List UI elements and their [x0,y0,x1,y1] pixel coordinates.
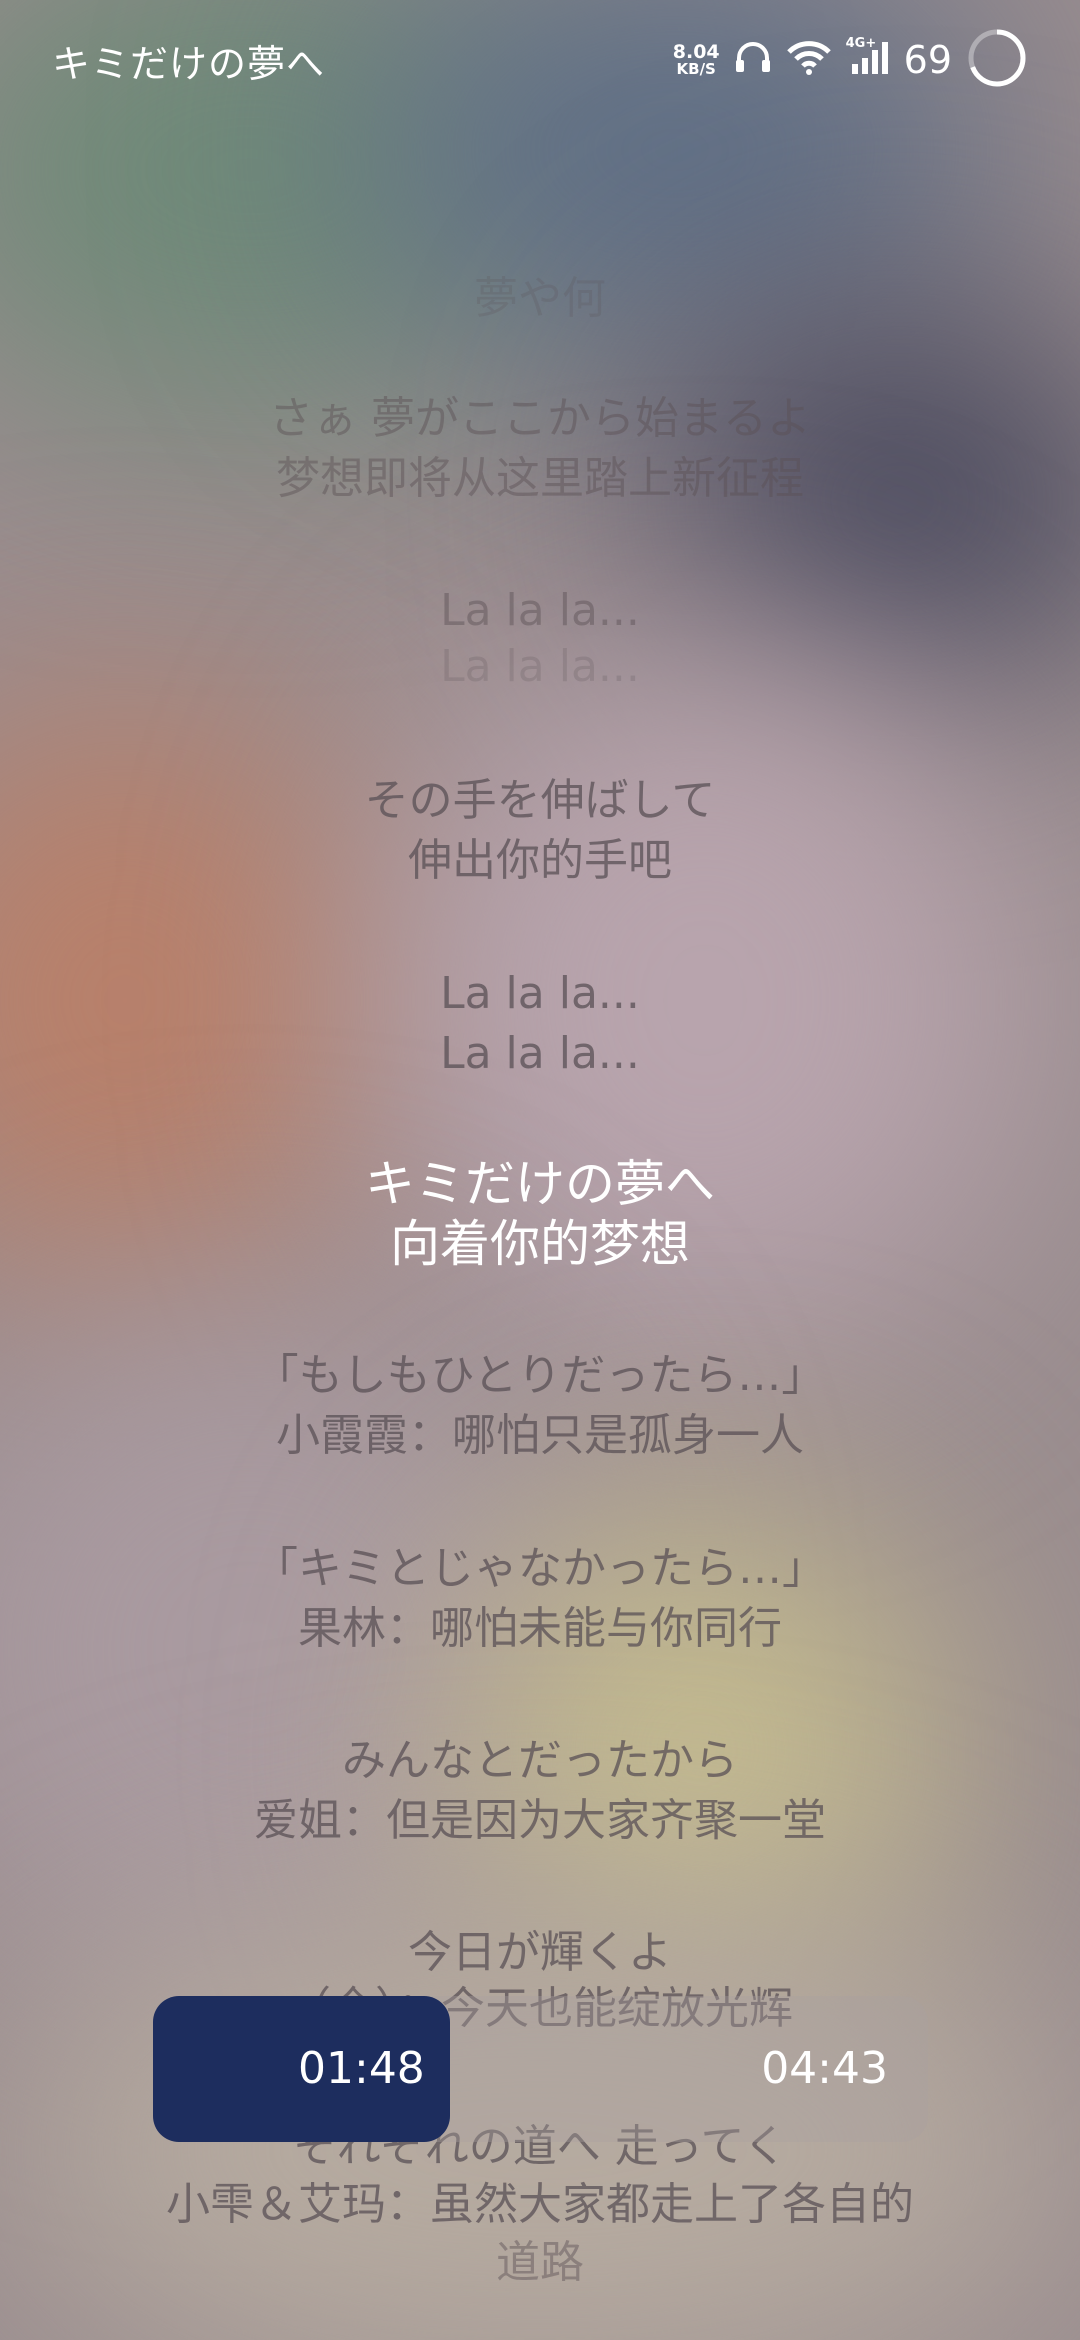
network-type: 4G+ [845,36,877,51]
lyric-line: 夢や何 [474,273,606,324]
lyric-translation: 小雫＆艾玛：虽然大家都走上了各自的 [166,2179,914,2230]
lyric-line: みんなとだったから [342,1735,738,1786]
battery-ring-icon [966,27,1028,93]
seek-bar[interactable]: 01:48 04:43 [153,1996,928,2142]
lyric-translation: 小霞霞：哪怕只是孤身一人 [276,1410,804,1461]
current-lyric-line: キミだけの夢へ [365,1155,715,1213]
lyric-line: さぁ 夢がここから始まるよ [269,393,811,444]
elapsed-time: 01:48 [298,2043,425,2094]
lyric-line: 「キミとじゃなかったら…」 [254,1543,826,1594]
total-time: 04:43 [761,2043,888,2094]
lyric-translation: 梦想即将从这里踏上新征程 [276,453,804,504]
song-title: キミだけの夢へ [52,41,326,86]
lyric-translation: 伸出你的手吧 [408,835,672,886]
wifi-icon [786,40,832,80]
lyric-line: その手を伸ばして [364,775,716,826]
lyric-line: 今日が輝くよ [408,1927,672,1978]
current-lyric-translation: 向着你的梦想 [390,1215,690,1273]
lyric-translation: 爱姐：但是因为大家齐聚一堂 [254,1795,826,1846]
lyric-line: 「もしもひとりだったら…」 [254,1350,826,1401]
lyric-line: La la la... [440,968,640,1019]
lyric-translation: 道路 [496,2237,584,2288]
status-bar: キミだけの夢へ 8.04 KB/S 4G+ 69 [0,0,1080,120]
lyric-translation: La la la... [440,1028,640,1079]
lyric-translation: 果林：哪怕未能与你同行 [298,1603,782,1654]
net-speed: 8.04 KB/S [673,43,720,77]
lyric-translation: La la la... [440,641,640,692]
signal-icon: 4G+ [846,36,890,80]
battery-level: 69 [903,38,952,82]
status-icons: 8.04 KB/S 4G+ 69 [673,27,1028,93]
lyrics-view[interactable]: 夢や何 さぁ 夢がここから始まるよ 梦想即将从这里踏上新征程 La la la.… [0,0,1080,2340]
lyric-line: La la la... [440,585,640,636]
headphones-icon [734,40,772,80]
net-speed-unit: KB/S [676,60,716,78]
